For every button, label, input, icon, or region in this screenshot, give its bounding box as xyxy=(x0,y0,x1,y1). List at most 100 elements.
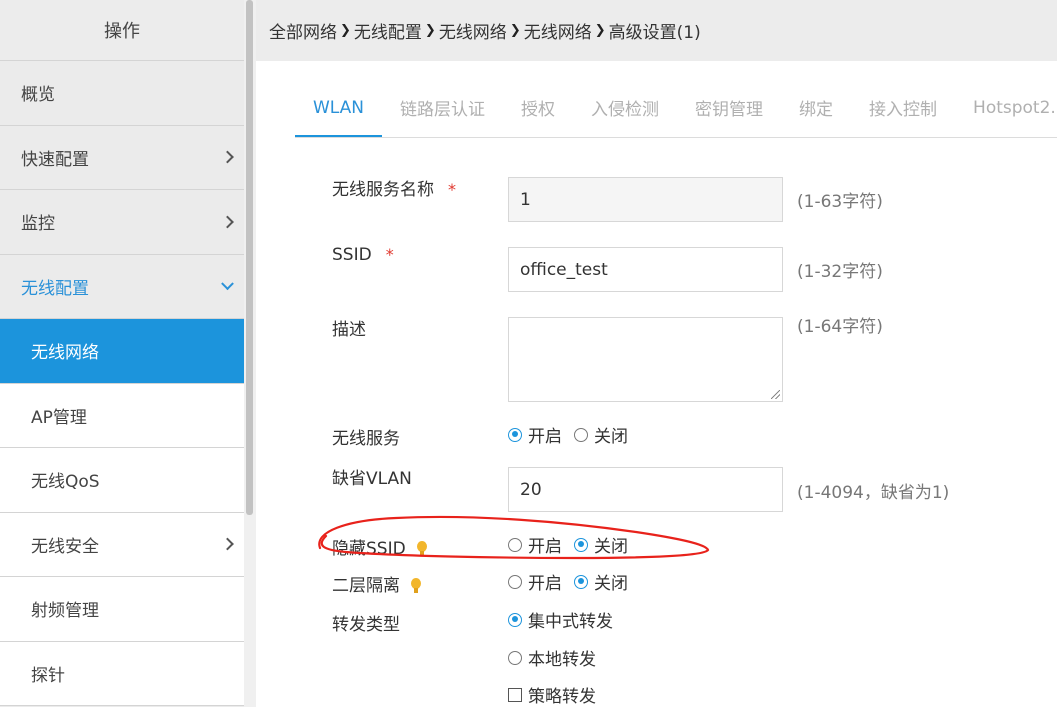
forward-type-local-option[interactable]: 本地转发 xyxy=(508,645,596,670)
chevron-right-icon: ❯ xyxy=(509,23,521,38)
wireless-service-radio-group: 开启 关闭 xyxy=(508,422,640,447)
breadcrumb-item[interactable]: 无线网络 xyxy=(439,18,507,43)
option-label: 集中式转发 xyxy=(528,612,613,632)
l2-isolation-radio-group: 开启 关闭 xyxy=(508,569,640,594)
sidebar-item-label: 快速配置 xyxy=(21,149,89,170)
policy-forward-checkbox[interactable] xyxy=(508,687,522,702)
sidebar-item-label: 探针 xyxy=(31,665,65,686)
breadcrumb-item[interactable]: 无线配置 xyxy=(354,18,422,43)
forward-type-centralized[interactable]: 集中式转发 xyxy=(508,607,625,632)
radio-checked[interactable] xyxy=(508,612,522,627)
sidebar-item-label: 射频管理 xyxy=(31,601,99,622)
required-marker: * xyxy=(448,180,456,199)
sidebar-item-label: 监控 xyxy=(21,214,55,235)
sidebar-subitem-wireless-qos[interactable]: 无线QoS xyxy=(0,448,244,513)
required-marker: * xyxy=(385,245,394,264)
chevron-right-icon: ❯ xyxy=(594,23,606,38)
description-textarea[interactable] xyxy=(508,317,783,402)
radio-unchecked[interactable] xyxy=(508,537,522,552)
tab-key-management[interactable]: 密钥管理 xyxy=(677,78,781,137)
ssid-label-text: SSID xyxy=(332,245,372,265)
sidebar-item-label: AP管理 xyxy=(31,407,87,428)
tab-intrusion-detection[interactable]: 入侵检测 xyxy=(573,78,677,137)
sidebar-subitem-wireless-network[interactable]: 无线网络 xyxy=(0,319,244,384)
sidebar-item-wireless-config[interactable]: 无线配置 xyxy=(0,255,244,319)
sidebar-subitem-wireless-security[interactable]: 无线安全 xyxy=(0,512,244,577)
breadcrumb: 全部网络 ❯ 无线配置 ❯ 无线网络 ❯ 无线网络 ❯ 高级设置(1) xyxy=(256,0,1057,61)
option-label: 策略转发 xyxy=(528,687,596,707)
radio-checked[interactable] xyxy=(574,574,588,589)
option-label: 本地转发 xyxy=(528,650,596,670)
hide-ssid-on-option[interactable]: 开启 xyxy=(508,532,562,557)
default-vlan-input[interactable]: 20 xyxy=(508,467,783,512)
breadcrumb-item[interactable]: 全部网络 xyxy=(269,18,337,43)
sidebar-subitem-ap-management[interactable]: AP管理 xyxy=(0,383,244,448)
tab-binding[interactable]: 绑定 xyxy=(781,78,851,137)
tab-wlan[interactable]: WLAN xyxy=(295,78,383,137)
option-label: 关闭 xyxy=(594,537,628,557)
l2-isolation-on-option[interactable]: 开启 xyxy=(508,569,562,594)
wireless-service-off-option[interactable]: 关闭 xyxy=(574,422,628,447)
resize-grip-icon[interactable] xyxy=(771,390,780,399)
default-vlan-label: 缺省VLAN xyxy=(332,469,412,489)
sidebar-item-label: 无线QoS xyxy=(31,472,100,493)
radio-unchecked[interactable] xyxy=(574,427,588,442)
policy-forward-option[interactable]: 策略转发 xyxy=(508,682,596,707)
breadcrumb-current: 高级设置(1) xyxy=(608,23,701,43)
service-name-label-text: 无线服务名称 xyxy=(332,180,434,200)
sidebar-item-label: 无线配置 xyxy=(21,278,89,299)
chevron-right-icon: ❯ xyxy=(340,23,351,38)
description-label: 描述 xyxy=(332,320,366,340)
ssid-input[interactable]: office_test xyxy=(508,247,783,292)
lightbulb-icon[interactable] xyxy=(410,578,422,594)
tab-authorization[interactable]: 授权 xyxy=(503,78,573,137)
radio-checked[interactable] xyxy=(508,427,522,442)
wireless-service-label: 无线服务 xyxy=(332,429,400,449)
sidebar-header: 操作 xyxy=(0,0,244,61)
tab-bar: WLAN 链路层认证 授权 入侵检测 密钥管理 绑定 接入控制 Hotspot2… xyxy=(295,78,1057,138)
wireless-service-on-option[interactable]: 开启 xyxy=(508,422,562,447)
sidebar-item-quick-config[interactable]: 快速配置 xyxy=(0,126,244,190)
sidebar-item-label: 无线安全 xyxy=(31,536,99,557)
chevron-down-icon xyxy=(221,277,234,291)
forward-type-local[interactable]: 本地转发 xyxy=(508,645,608,670)
chevron-right-icon xyxy=(221,537,234,551)
sidebar: 操作 概览 快速配置 监控 无线配置 无线网络 AP管理 无线QoS 无线安全 … xyxy=(0,0,244,707)
l2-isolation-off-option[interactable]: 关闭 xyxy=(574,569,628,594)
l2-isolation-label: 二层隔离 xyxy=(332,571,422,596)
sidebar-subitem-probe[interactable]: 探针 xyxy=(0,641,244,706)
breadcrumb-item[interactable]: 无线网络 xyxy=(524,18,592,43)
hide-ssid-label: 隐藏SSID xyxy=(332,534,428,559)
service-name-hint: (1-63字符) xyxy=(797,192,883,212)
option-label: 开启 xyxy=(528,574,562,594)
radio-unchecked[interactable] xyxy=(508,574,522,589)
tab-access-control[interactable]: 接入控制 xyxy=(851,78,955,137)
forward-type-centralized-option[interactable]: 集中式转发 xyxy=(508,607,613,632)
hide-ssid-label-text: 隐藏SSID xyxy=(332,539,406,559)
sidebar-subitem-radio-management[interactable]: 射频管理 xyxy=(0,577,244,642)
description-hint: (1-64字符) xyxy=(797,317,883,337)
radio-checked[interactable] xyxy=(574,537,588,552)
option-label: 关闭 xyxy=(594,574,628,594)
ssid-hint: (1-32字符) xyxy=(797,262,883,282)
ssid-label: SSID * xyxy=(332,245,394,265)
option-label: 关闭 xyxy=(594,427,628,447)
sidebar-item-monitor[interactable]: 监控 xyxy=(0,190,244,255)
sidebar-item-label: 概览 xyxy=(21,85,55,106)
sidebar-item-overview[interactable]: 概览 xyxy=(0,61,244,126)
service-name-input[interactable]: 1 xyxy=(508,177,783,222)
policy-forward-row[interactable]: 策略转发 xyxy=(508,682,608,707)
hide-ssid-radio-group: 开启 关闭 xyxy=(508,532,640,557)
chevron-right-icon xyxy=(221,150,234,164)
option-label: 开启 xyxy=(528,537,562,557)
radio-unchecked[interactable] xyxy=(508,650,522,665)
option-label: 开启 xyxy=(528,427,562,447)
hide-ssid-off-option[interactable]: 关闭 xyxy=(574,532,628,557)
chevron-right-icon: ❯ xyxy=(424,23,436,38)
chevron-right-icon xyxy=(221,215,234,229)
lightbulb-icon[interactable] xyxy=(416,541,428,557)
tab-link-auth[interactable]: 链路层认证 xyxy=(382,78,503,137)
default-vlan-hint: (1-4094，缺省为1) xyxy=(797,483,950,503)
tab-hotspot2[interactable]: Hotspot2. xyxy=(955,78,1057,137)
sidebar-scrollbar-thumb[interactable] xyxy=(246,0,253,515)
